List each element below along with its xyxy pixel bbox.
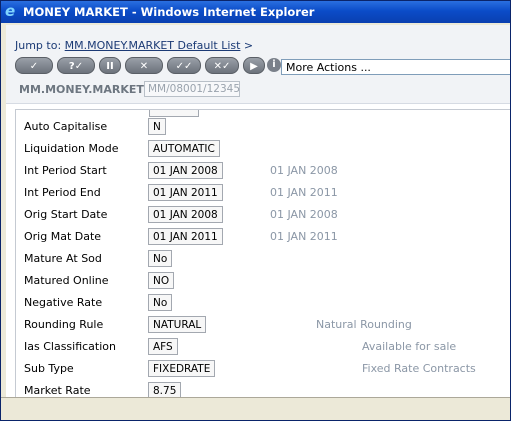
field-label: Rounding Rule <box>24 318 104 331</box>
next-button[interactable]: ▶ <box>243 57 265 74</box>
field-value[interactable]: N <box>148 118 166 135</box>
field-label: Orig Start Date <box>24 208 108 221</box>
jump-to-suffix: > <box>243 39 254 52</box>
transaction-id-field[interactable]: MM/08001/12345 <box>144 81 240 97</box>
delete-button[interactable]: ✕✓ <box>205 57 239 74</box>
field-enrichment: 01 JAN 2011 <box>270 186 338 199</box>
browser-window: e MONEY MARKET - Windows Internet Explor… <box>0 0 511 421</box>
field-value[interactable]: NATURAL <box>148 316 207 333</box>
field-enrichment: Natural Rounding <box>316 318 412 331</box>
field-label: Auto Capitalise <box>24 120 108 133</box>
field-value[interactable]: 01 JAN 2008 <box>148 162 223 179</box>
field-label: Negative Rate <box>24 296 103 309</box>
field-enrichment: 01 JAN 2008 <box>270 164 338 177</box>
validate-button[interactable]: ?✓ <box>57 57 95 74</box>
field-label: Int Period End <box>24 186 101 199</box>
field-value[interactable]: AFS <box>148 338 178 355</box>
field-enrichment: Available for sale <box>362 340 457 353</box>
internet-explorer-icon: e <box>5 2 16 20</box>
cancel-button[interactable]: ✕ <box>125 57 163 74</box>
window-title: MONEY MARKET - Windows Internet Explorer <box>23 5 315 19</box>
field-label: Market Rate <box>24 384 91 397</box>
title-bar[interactable]: e MONEY MARKET - Windows Internet Explor… <box>1 1 510 23</box>
status-bar <box>1 397 510 420</box>
field-label: Orig Mat Date <box>24 230 102 243</box>
field-label: Sub Type <box>24 362 74 375</box>
default-list-link[interactable]: MM.MONEY.MARKET Default List <box>65 39 241 52</box>
info-icon[interactable]: i <box>267 58 281 72</box>
field-enrichment: 01 JAN 2011 <box>270 230 338 243</box>
authorise-button[interactable]: ✓✓ <box>167 57 201 74</box>
scrolled-field-stub <box>149 110 199 117</box>
commit-button[interactable]: ✓ <box>15 57 53 74</box>
more-actions-dropdown[interactable]: More Actions ... <box>281 59 510 75</box>
field-value[interactable]: NO <box>148 272 175 289</box>
header-area: Jump to: MM.MONEY.MARKET Default List > … <box>6 25 510 104</box>
field-value[interactable]: 01 JAN 2008 <box>148 206 223 223</box>
application-name: MM.MONEY.MARKET <box>19 83 144 96</box>
field-enrichment: Fixed Rate Contracts <box>362 362 476 375</box>
jump-to-label: Jump to: <box>15 39 62 52</box>
field-label: Int Period Start <box>24 164 107 177</box>
hold-button[interactable]: II <box>99 57 121 74</box>
field-value[interactable]: No <box>148 250 173 267</box>
field-label: Mature At Sod <box>24 252 102 265</box>
field-value[interactable]: 01 JAN 2011 <box>148 184 223 201</box>
details-panel: Auto Capitalise N Liquidation Mode AUTOM… <box>15 109 510 420</box>
field-label: Matured Online <box>24 274 109 287</box>
field-enrichment: 01 JAN 2008 <box>270 208 338 221</box>
field-value[interactable]: AUTOMATIC <box>148 140 220 157</box>
field-value[interactable]: FIXEDRATE <box>148 360 216 377</box>
page-content: Jump to: MM.MONEY.MARKET Default List > … <box>6 25 510 420</box>
field-value[interactable]: 01 JAN 2011 <box>148 228 223 245</box>
jump-to-bar: Jump to: MM.MONEY.MARKET Default List > <box>15 39 253 52</box>
field-value[interactable]: No <box>148 294 173 311</box>
field-label: Liquidation Mode <box>24 142 119 155</box>
field-label: Ias Classification <box>24 340 116 353</box>
